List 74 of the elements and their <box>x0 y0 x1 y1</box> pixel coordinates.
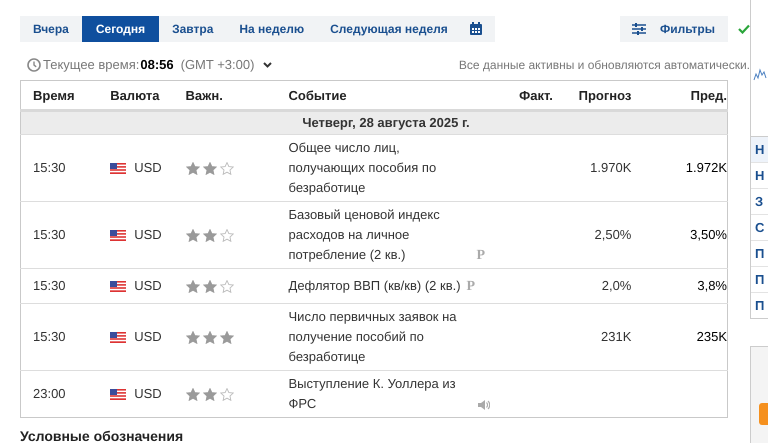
currency-code: USD <box>134 159 162 177</box>
filled-star-icon <box>202 331 217 344</box>
current-time: 08:56 <box>140 57 174 72</box>
forecast-value: 2,0% <box>602 278 632 293</box>
event-title[interactable]: Выступление К. Уоллера из ФРС <box>288 374 471 414</box>
preliminary-label: P <box>476 248 486 263</box>
empty-star-icon <box>220 388 234 402</box>
forecast-value: 231K <box>601 329 632 344</box>
day-tab[interactable]: На неделю <box>226 16 318 42</box>
event-time: 15:30 <box>33 160 66 175</box>
column-header: Валюта <box>110 88 160 102</box>
event-time: 15:30 <box>33 329 66 344</box>
filled-star-icon <box>202 229 217 242</box>
empty-star-icon <box>220 229 234 242</box>
current-time-label: Текущее время: <box>43 57 140 72</box>
currency-code: USD <box>134 226 162 244</box>
currency-code: USD <box>134 277 162 295</box>
currency-code: USD <box>134 385 162 403</box>
clock-icon <box>27 58 41 72</box>
filled-star-icon <box>202 162 217 176</box>
flag-icon <box>110 332 126 342</box>
column-header: Пред. <box>690 88 727 102</box>
filled-star-icon <box>186 331 200 344</box>
column-header: Факт. <box>519 88 553 102</box>
filled-star-icon <box>220 331 234 344</box>
currency-code: USD <box>134 328 162 346</box>
timezone-label: (GMT +3:00) <box>180 57 254 72</box>
preliminary-label: P <box>466 279 476 294</box>
day-tab[interactable]: Следующая неделя <box>317 16 461 42</box>
column-header: Прогноз <box>578 88 632 102</box>
previous-value: 1.972K <box>686 160 727 175</box>
flag-icon <box>110 162 126 174</box>
event-time: 15:30 <box>33 278 66 293</box>
date-heading: Четверг, 28 августа 2025 г. <box>301 115 470 130</box>
column-header: Важн. <box>186 88 223 102</box>
sidebar-link[interactable]: Н <box>751 137 768 162</box>
event-title[interactable]: Общее число лиц, получающих пособия по безработице <box>288 138 471 198</box>
flag-icon <box>110 280 126 292</box>
auto-update-notice: Все данные активны и обновляются автоматически. <box>458 58 750 72</box>
event-time: 23:00 <box>33 386 66 401</box>
previous-value: 235K <box>696 329 727 344</box>
sidebar-link[interactable]: П <box>751 240 768 266</box>
filters-button[interactable]: Фильтры <box>620 16 728 42</box>
sidebar-link[interactable]: Н <box>751 162 768 188</box>
flag-icon <box>110 230 126 240</box>
filled-star-icon <box>202 280 217 294</box>
empty-star-icon <box>220 162 234 176</box>
legend-heading: Условные обозначения <box>20 428 184 443</box>
caret-icon[interactable] <box>263 62 272 68</box>
flag-icon <box>110 388 126 400</box>
forecast-value: 2,50% <box>594 227 632 242</box>
day-tab[interactable]: Завтра <box>159 16 226 42</box>
filled-star-icon <box>186 229 200 242</box>
filled-star-icon <box>186 162 200 176</box>
previous-value: 3,8% <box>697 278 727 293</box>
sliders-icon <box>632 23 646 35</box>
sidebar-link[interactable]: П <box>751 266 768 292</box>
day-tab[interactable]: Сегодня <box>82 16 160 42</box>
event-time: 15:30 <box>33 227 66 242</box>
event-title[interactable]: Число первичных заявок на получение пособий по безработице <box>288 307 471 367</box>
sidebar-link[interactable]: З <box>751 188 768 214</box>
empty-star-icon <box>220 280 234 294</box>
column-header: Время <box>33 88 75 102</box>
previous-value: 3,50% <box>690 227 727 242</box>
forecast-value: 1.970K <box>590 160 632 175</box>
filled-star-icon <box>186 280 200 294</box>
filled-star-icon <box>186 388 200 402</box>
sidebar-link[interactable]: П <box>751 292 768 318</box>
sidebar-link[interactable]: С <box>751 214 768 240</box>
event-title[interactable]: Дефлятор ВВП (кв/кв) (2 кв.) <box>288 276 461 296</box>
event-title[interactable]: Базовый ценовой индекс расходов на личное потребление (2 кв.) <box>288 205 471 265</box>
filled-star-icon <box>202 388 217 402</box>
column-header: Событие <box>288 88 347 102</box>
day-tab[interactable]: Вчера <box>20 16 82 42</box>
